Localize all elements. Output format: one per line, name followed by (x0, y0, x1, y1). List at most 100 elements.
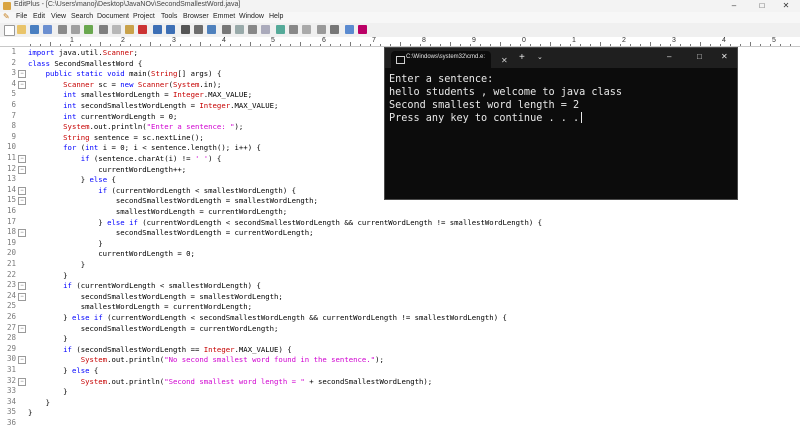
fold-toggle-icon[interactable]: − (18, 155, 26, 163)
close-tab-icon[interactable]: ✕ (501, 56, 508, 65)
code-line[interactable]: smallestWordLength = currentWordLength; (28, 206, 287, 217)
code-line[interactable]: if (currentWordLength < smallestWordLeng… (28, 185, 296, 196)
line-number: 8 (11, 121, 16, 131)
menu-file[interactable]: File (16, 13, 27, 20)
code-line[interactable]: } else if (currentWordLength < secondSma… (28, 312, 507, 323)
delete-icon[interactable] (138, 25, 147, 34)
browser-icon[interactable] (276, 25, 285, 34)
minimize-button[interactable]: – (720, 0, 748, 12)
menu-window[interactable]: Window (239, 13, 264, 20)
menu-view[interactable]: View (51, 13, 66, 20)
paste-icon[interactable] (125, 25, 134, 34)
fullscreen-icon[interactable] (302, 25, 311, 34)
chevron-down-icon[interactable]: ⌄ (537, 53, 543, 61)
terminal-minimize-button[interactable]: – (667, 52, 671, 61)
menu-search[interactable]: Search (71, 13, 93, 20)
line-number-icon[interactable] (261, 25, 270, 34)
code-line[interactable]: } (28, 259, 85, 270)
code-line[interactable]: System.out.println("Second smallest word… (28, 376, 432, 387)
terminal-window[interactable]: C:\Windows\system32\cmd.e: ✕ + ⌄ – □ ✕ E… (384, 47, 738, 200)
fold-toggle-icon[interactable]: − (18, 324, 26, 333)
copy-icon[interactable] (112, 25, 121, 34)
terminal-close-button[interactable]: ✕ (721, 52, 728, 61)
ruler-tick (740, 44, 741, 46)
code-line[interactable]: String sentence = sc.nextLine(); (28, 132, 204, 143)
code-line[interactable]: secondSmallestWordLength = currentWordLe… (28, 323, 279, 334)
undo-icon[interactable] (153, 25, 162, 34)
code-line[interactable]: } (28, 238, 102, 249)
fold-toggle-icon[interactable]: − (18, 197, 26, 206)
cut-icon[interactable] (99, 25, 108, 34)
replace-icon[interactable] (194, 25, 203, 34)
code-line[interactable]: } (28, 386, 67, 397)
menu-emmet[interactable]: Emmet (213, 13, 235, 20)
code-line[interactable]: secondSmallestWordLength = currentWordLe… (28, 227, 314, 238)
fold-toggle-icon[interactable]: − (18, 229, 26, 238)
code-line[interactable]: } else if (currentWordLength < secondSma… (28, 217, 542, 228)
ruler-icon[interactable] (248, 25, 257, 34)
menu-browser[interactable]: Browser (183, 13, 209, 20)
menu-help[interactable]: Help (269, 13, 283, 20)
ruler-mark: 1 (70, 37, 74, 44)
code-line[interactable]: } else { (28, 174, 116, 185)
new-tab-button[interactable]: + (519, 52, 525, 63)
fold-toggle-icon[interactable]: − (18, 356, 26, 365)
help-icon[interactable] (358, 25, 367, 34)
ruler-tick (450, 42, 451, 46)
code-line[interactable]: int currentWordLength = 0; (28, 111, 177, 122)
code-line[interactable]: } (28, 333, 67, 344)
code-line[interactable]: secondSmallestWordLength = smallestWordL… (28, 195, 318, 206)
tools-icon[interactable] (345, 25, 354, 34)
split-window-icon[interactable] (289, 25, 298, 34)
code-line[interactable]: if (secondSmallestWordLength == Integer.… (28, 344, 291, 355)
code-line[interactable]: } (28, 397, 50, 408)
code-line[interactable]: for (int i = 0; i < sentence.length(); i… (28, 142, 261, 153)
code-line[interactable]: currentWordLength++; (28, 164, 186, 175)
code-line[interactable]: public static void main(String[] args) { (28, 68, 222, 79)
open-folder-icon[interactable] (17, 25, 26, 34)
code-line[interactable]: } (28, 270, 67, 281)
word-wrap-icon[interactable] (235, 25, 244, 34)
code-line[interactable]: class SecondSmallestWord { (28, 58, 142, 69)
code-line[interactable]: import java.util.Scanner; (28, 47, 138, 58)
code-line[interactable]: } (28, 407, 32, 418)
directory-icon[interactable] (317, 25, 326, 34)
menu-document[interactable]: Document (97, 13, 129, 20)
new-file-icon[interactable] (4, 25, 15, 36)
code-line[interactable]: currentWordLength = 0; (28, 248, 195, 259)
code-line[interactable]: int secondSmallestWordLength = Integer.M… (28, 100, 278, 111)
fold-toggle-icon[interactable]: − (18, 70, 26, 79)
cliptext-icon[interactable] (330, 25, 339, 34)
menu-project[interactable]: Project (133, 13, 155, 20)
menu-tools[interactable]: Tools (161, 13, 177, 20)
code-line[interactable]: System.out.println("Enter a sentence: ")… (28, 121, 243, 132)
terminal-tab[interactable]: C:\Windows\system32\cmd.e: ✕ (391, 51, 508, 68)
editplus-app-icon (3, 2, 11, 10)
code-line[interactable]: if (currentWordLength < smallestWordLeng… (28, 280, 261, 291)
code-line[interactable]: smallestWordLength = currentWordLength; (28, 301, 252, 312)
code-line[interactable]: if (sentence.charAt(i) != ' ') { (28, 153, 222, 164)
goto-icon[interactable] (207, 25, 216, 34)
fold-toggle-icon[interactable]: − (18, 80, 26, 89)
fold-toggle-icon[interactable]: − (18, 165, 26, 174)
print-icon[interactable] (58, 25, 67, 34)
fold-toggle-icon[interactable]: − (18, 292, 26, 301)
print-preview-icon[interactable] (71, 25, 80, 34)
code-line[interactable]: Scanner sc = new Scanner(System.in); (28, 79, 221, 90)
redo-icon[interactable] (166, 25, 175, 34)
code-line[interactable]: secondSmallestWordLength = smallestWordL… (28, 291, 283, 302)
find-icon[interactable] (181, 25, 190, 34)
spell-check-icon[interactable] (84, 25, 93, 34)
terminal-maximize-button[interactable]: □ (697, 52, 702, 61)
close-button[interactable]: ✕ (772, 0, 800, 12)
fold-toggle-icon[interactable]: − (18, 377, 26, 386)
fold-toggle-icon[interactable]: − (18, 282, 26, 291)
menu-edit[interactable]: Edit (33, 13, 45, 20)
fold-toggle-icon[interactable]: − (18, 186, 26, 195)
code-line[interactable]: System.out.println("No second smallest w… (28, 354, 384, 365)
save-icon[interactable] (30, 25, 39, 34)
font-icon[interactable] (222, 25, 231, 34)
code-line[interactable]: int smallestWordLength = Integer.MAX_VAL… (28, 89, 252, 100)
code-line[interactable]: } else { (28, 365, 98, 376)
save-all-icon[interactable] (43, 25, 52, 34)
